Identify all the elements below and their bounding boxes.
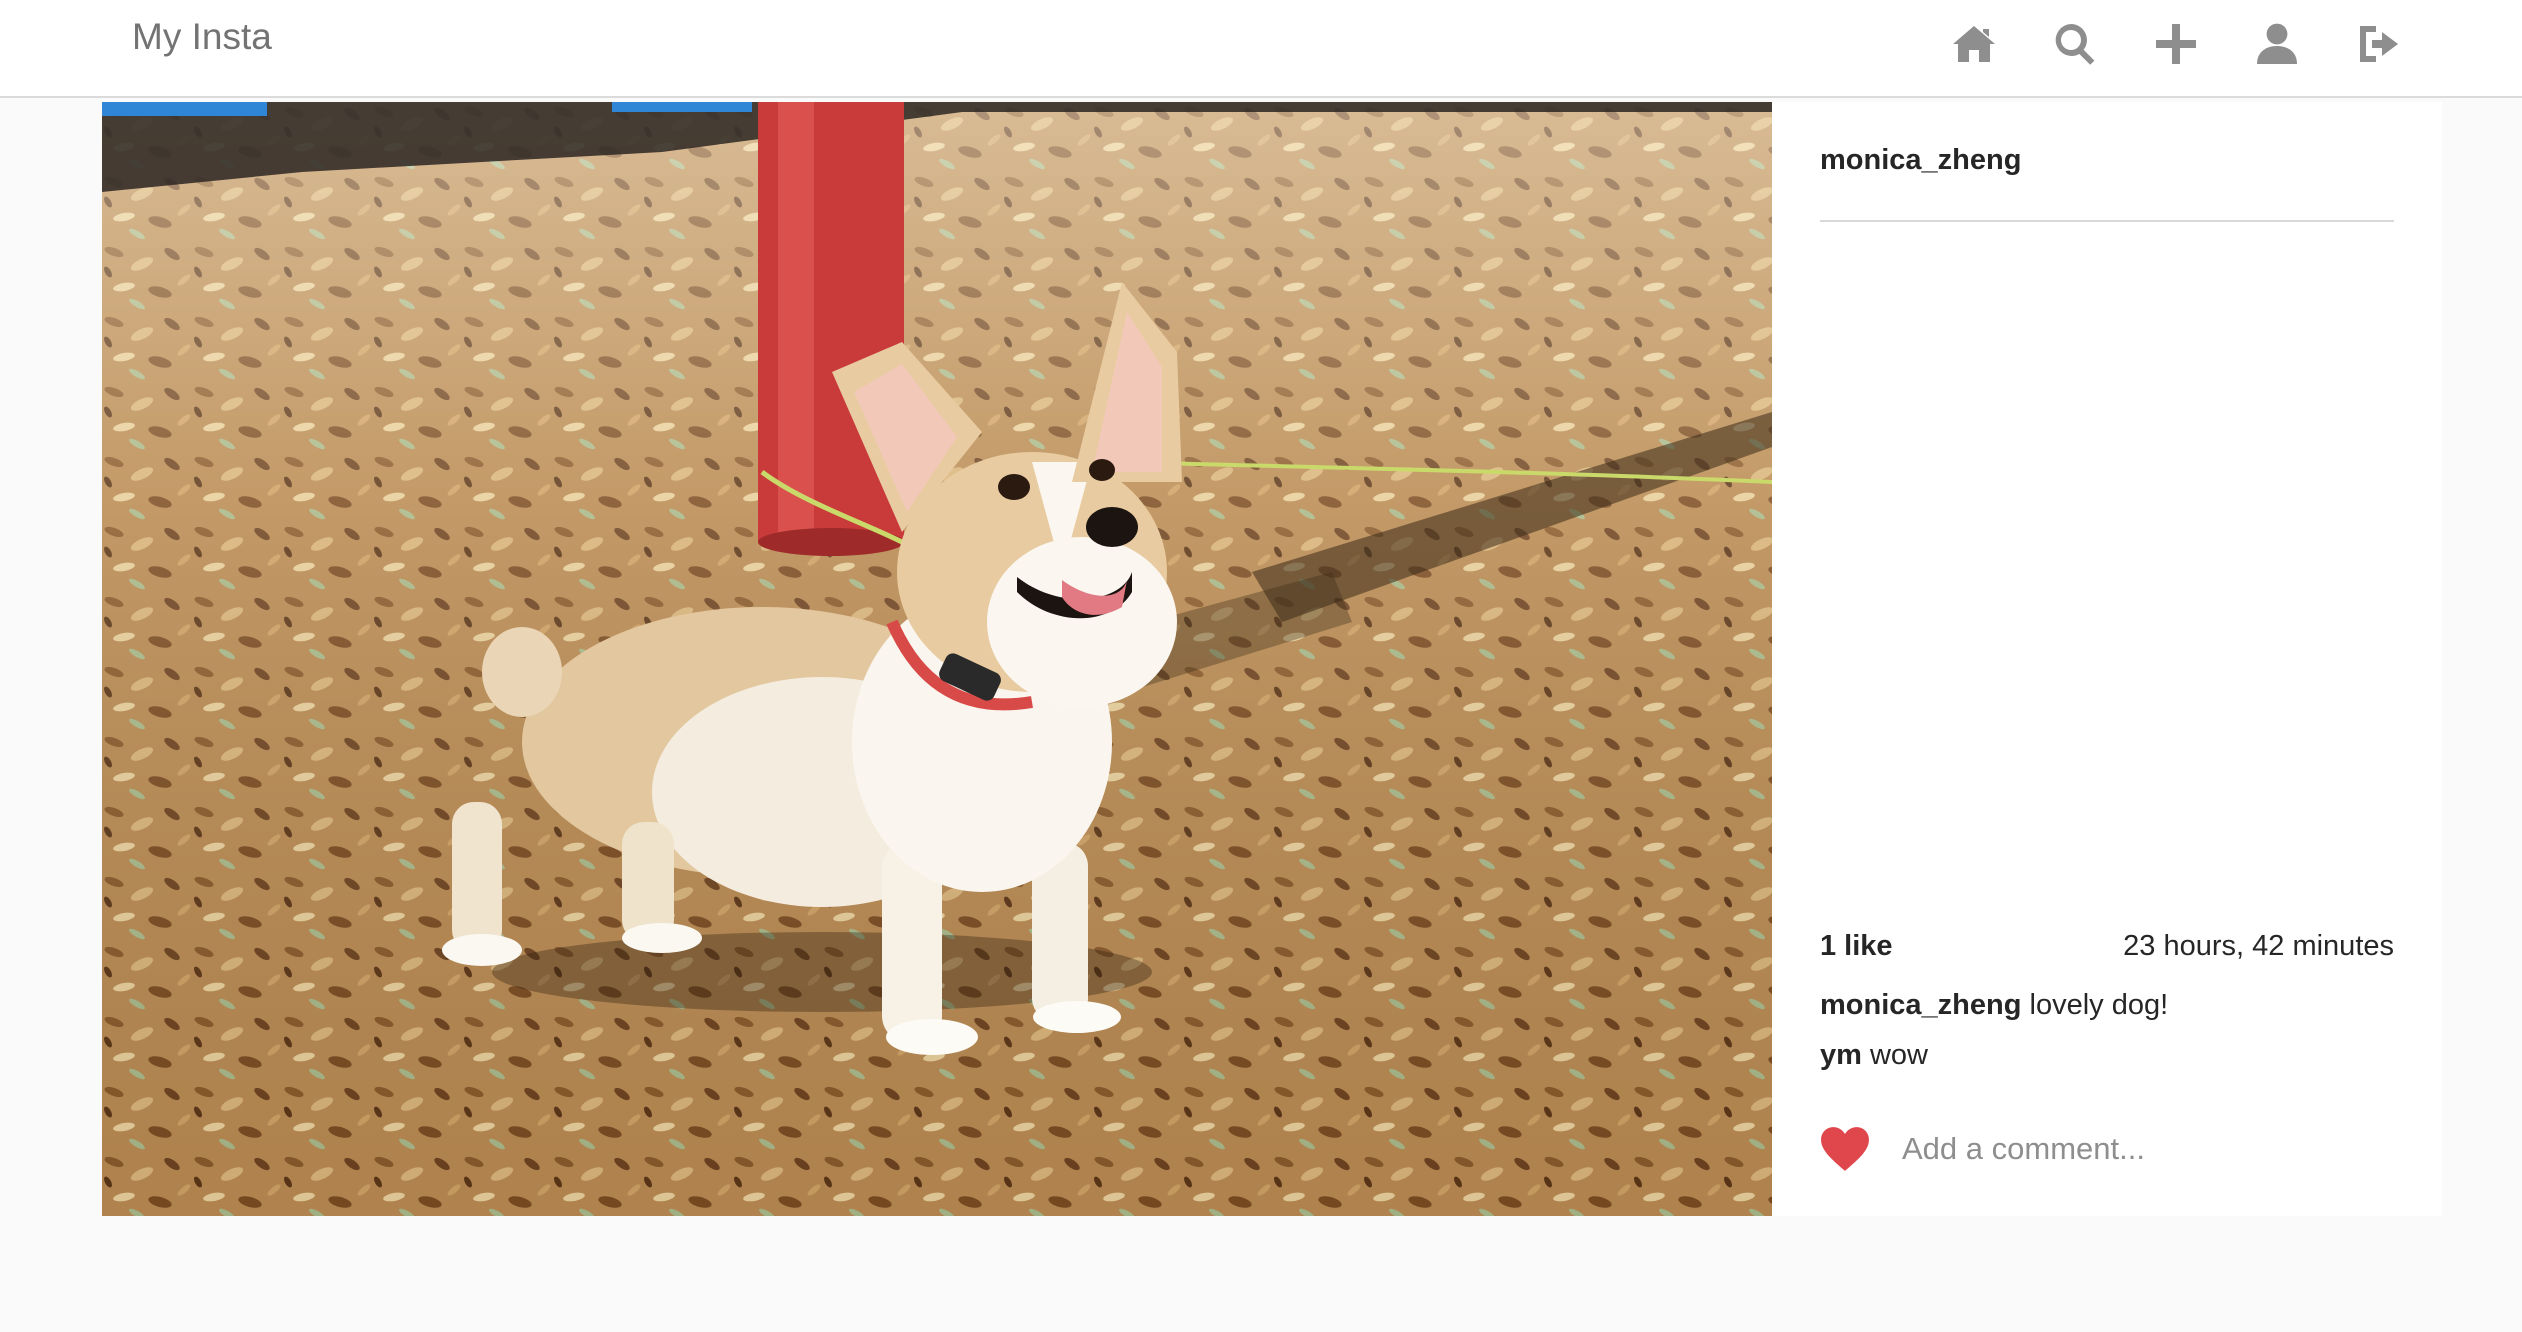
comment-user[interactable]: monica_zheng: [1820, 989, 2021, 1021]
post-age: 23 hours, 42 minutes: [2123, 930, 2394, 962]
comment-text: wow: [1869, 1039, 1928, 1071]
comment-user[interactable]: ym: [1820, 1039, 1862, 1071]
logout-icon[interactable]: [2352, 18, 2404, 70]
comment-input[interactable]: [1900, 1124, 2384, 1174]
comment-item: monica_zheng lovely dog!: [1820, 980, 2394, 1030]
user-icon[interactable]: [2251, 18, 2303, 70]
search-icon[interactable]: [2049, 18, 2101, 70]
post-photo[interactable]: [102, 102, 1772, 1216]
heart-icon[interactable]: [1820, 1126, 1870, 1172]
like-count: 1 like: [1820, 930, 1893, 962]
comment-text: lovely dog!: [2029, 989, 2169, 1021]
brand-link[interactable]: My Insta: [132, 16, 272, 58]
post-author[interactable]: monica_zheng: [1820, 144, 2021, 177]
comment-list: monica_zheng lovely dog! ym wow: [1820, 980, 2394, 1080]
divider: [1820, 220, 2394, 222]
top-navbar: My Insta: [0, 0, 2522, 98]
home-icon[interactable]: [1948, 18, 2000, 70]
nav-icons: [1948, 18, 2404, 70]
corgi-photo: [102, 102, 1772, 1216]
post-meta: 1 like 23 hours, 42 minutes: [1820, 930, 2394, 963]
post-actions: [1820, 1118, 2394, 1178]
plus-icon[interactable]: [2150, 18, 2202, 70]
comment-item: ym wow: [1820, 1030, 2394, 1080]
post-card: monica_zheng 1 like 23 hours, 42 minutes…: [102, 102, 2442, 1216]
post-sidebar: monica_zheng 1 like 23 hours, 42 minutes…: [1820, 102, 2394, 1216]
